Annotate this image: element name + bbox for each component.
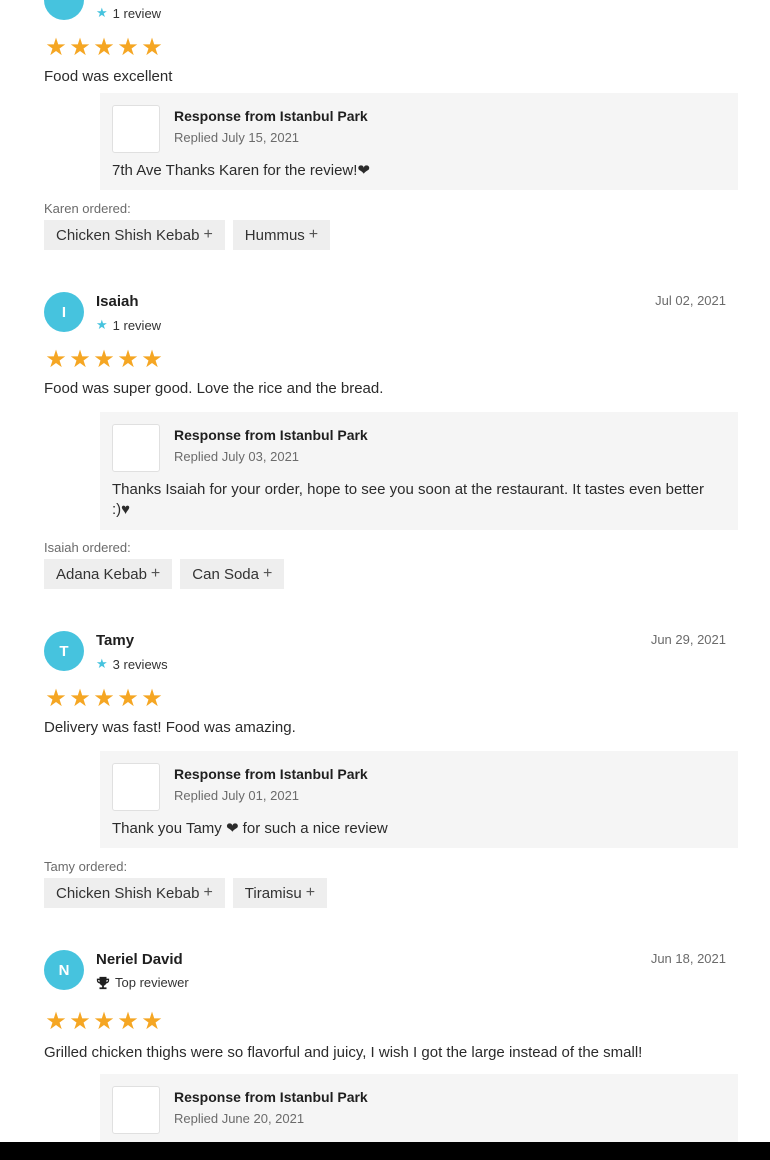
response-text: Thanks Isaiah for your order, hope to se… [112, 481, 705, 518]
star-icon: ★ [141, 34, 163, 61]
reviewer-name[interactable]: Isaiah [96, 293, 139, 310]
star-icon: ★ [69, 346, 91, 373]
ordered-items: Chicken Shish Kebab + Tiramisu + [44, 878, 328, 908]
review-card: T Tamy Jun 29, 2021 ★ 3 reviews ★ ★ ★ ★ … [44, 631, 738, 911]
ordered-label: Isaiah ordered: [44, 540, 131, 555]
review-count-text: 1 review [112, 317, 162, 333]
top-reviewer-text: Top reviewer [115, 975, 189, 990]
star-icon: ★ [45, 34, 67, 61]
review-count-text: 3 reviews [112, 656, 168, 672]
ordered-items: Adana Kebab + Can Soda + [44, 559, 285, 589]
ordered-item-label: Adana Kebab [56, 565, 147, 583]
plus-icon: + [203, 226, 213, 243]
star-icon: ★ [45, 1008, 67, 1035]
plus-icon: + [150, 565, 161, 582]
avatar: I [44, 292, 84, 332]
star-icon: ★ [93, 34, 115, 61]
reviewer-name[interactable]: Neriel David [96, 951, 183, 968]
star-icon: ★ [69, 1008, 91, 1035]
ordered-item-chip[interactable]: Adana Kebab + [44, 559, 173, 589]
ordered-item-label: Tiramisu [244, 884, 302, 902]
star-icon: ★ [96, 656, 108, 671]
star-icon: ★ [96, 317, 108, 332]
star-icon: ★ [117, 34, 139, 61]
response-date: Replied July 03, 2021 [174, 449, 300, 464]
ordered-item-chip[interactable]: Chicken Shish Kebab + [44, 220, 225, 250]
star-icon: ★ [141, 685, 163, 712]
restaurant-logo [112, 1086, 160, 1134]
star-icon: ★ [141, 1008, 163, 1035]
star-icon: ★ [93, 346, 115, 373]
restaurant-response: Response from Istanbul Park Replied July… [100, 93, 738, 190]
plus-icon: + [308, 226, 319, 243]
star-rating: ★ ★ ★ ★ ★ [44, 348, 164, 372]
ordered-items: Chicken Shish Kebab + Hummus + [44, 220, 331, 250]
avatar [44, 0, 84, 20]
restaurant-logo [112, 424, 160, 472]
response-date: Replied June 20, 2021 [174, 1111, 305, 1126]
response-title: Response from Istanbul Park [174, 1089, 368, 1105]
star-icon: ★ [117, 346, 139, 373]
ordered-item-chip[interactable]: Can Soda + [180, 559, 285, 589]
restaurant-response: Response from Istanbul Park Replied July… [100, 751, 738, 848]
ordered-item-chip[interactable]: Hummus + [232, 220, 331, 250]
review-count: ★ 1 review [96, 5, 161, 21]
avatar: T [44, 631, 84, 671]
review-text: Grilled chicken thighs were so flavorful… [44, 1044, 643, 1061]
ordered-label: Tamy ordered: [44, 859, 128, 874]
star-icon: ★ [45, 346, 67, 373]
trophy-icon [96, 976, 110, 989]
response-date: Replied July 01, 2021 [174, 788, 300, 803]
response-title: Response from Istanbul Park [174, 766, 368, 782]
review-card: I Isaiah Jul 02, 2021 ★ 1 review ★ ★ ★ ★… [44, 292, 738, 592]
review-date: Jun 29, 2021 [650, 632, 726, 647]
ordered-item-label: Chicken Shish Kebab [56, 884, 200, 902]
review-count-text: 1 review [112, 5, 162, 21]
review-card: N Neriel David Jun 18, 2021 Top reviewer… [44, 950, 738, 1158]
star-icon: ★ [93, 1008, 115, 1035]
response-title: Response from Istanbul Park [174, 427, 368, 443]
review-text: Food was excellent [44, 68, 173, 85]
top-reviewer-badge: Top reviewer [96, 975, 189, 990]
star-rating: ★ ★ ★ ★ ★ [44, 687, 164, 711]
ordered-item-label: Chicken Shish Kebab [56, 226, 200, 244]
restaurant-response: Response from Istanbul Park Replied July… [100, 412, 738, 530]
review-count: ★ 3 reviews [96, 656, 168, 672]
ordered-item-label: Hummus [244, 226, 305, 244]
ordered-label: Karen ordered: [44, 201, 131, 216]
plus-icon: + [305, 884, 316, 901]
review-date: Jul 02, 2021 [655, 293, 726, 308]
plus-icon: + [262, 565, 273, 582]
star-icon: ★ [117, 685, 139, 712]
star-rating: ★ ★ ★ ★ ★ [44, 1010, 164, 1034]
ordered-item-chip[interactable]: Chicken Shish Kebab + [44, 878, 225, 908]
star-icon: ★ [45, 685, 67, 712]
response-text: Thank you Tamy ❤ for such a nice review [112, 820, 388, 837]
review-date: Jun 18, 2021 [650, 951, 726, 966]
avatar: N [44, 950, 84, 990]
star-icon: ★ [69, 34, 91, 61]
restaurant-logo [112, 763, 160, 811]
review-text: Food was super good. Love the rice and t… [44, 380, 384, 397]
bottom-bar [0, 1142, 770, 1160]
star-icon: ★ [96, 5, 108, 20]
star-icon: ★ [117, 1008, 139, 1035]
response-title: Response from Istanbul Park [174, 108, 368, 124]
review-text: Delivery was fast! Food was amazing. [44, 719, 296, 736]
star-rating: ★ ★ ★ ★ ★ [44, 36, 164, 60]
star-icon: ★ [69, 685, 91, 712]
restaurant-logo [112, 105, 160, 153]
review-count: ★ 1 review [96, 317, 161, 333]
star-icon: ★ [141, 346, 163, 373]
plus-icon: + [203, 884, 213, 901]
star-icon: ★ [93, 685, 115, 712]
review-card: ★ 1 review ★ ★ ★ ★ ★ Food was excellent … [44, 0, 738, 270]
response-text: 7th Ave Thanks Karen for the review!❤ [112, 162, 370, 179]
ordered-item-chip[interactable]: Tiramisu + [232, 878, 328, 908]
ordered-item-label: Can Soda [192, 565, 259, 583]
response-date: Replied July 15, 2021 [174, 130, 300, 145]
reviewer-name[interactable]: Tamy [96, 632, 134, 649]
